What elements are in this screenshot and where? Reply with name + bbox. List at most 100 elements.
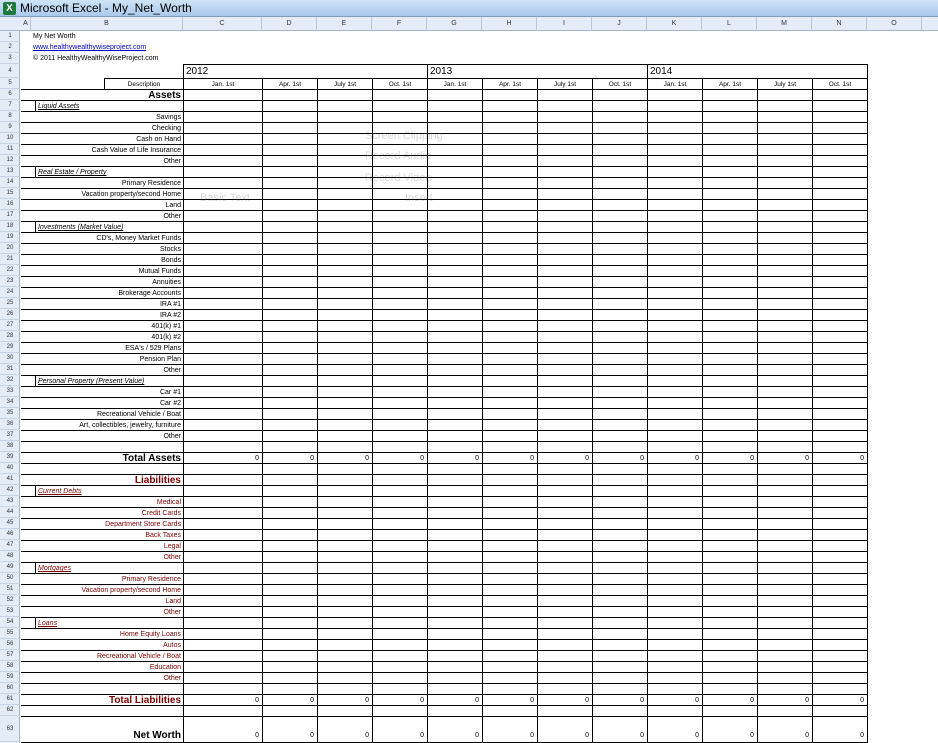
column-header-e[interactable]: E — [317, 17, 372, 31]
total-cell[interactable]: 0 — [427, 716, 483, 743]
row-header-13[interactable]: 13 — [0, 166, 20, 177]
year-header-2013: 2013 — [427, 64, 648, 79]
row-header-19[interactable]: 19 — [0, 232, 20, 243]
row-label-63: Net Worth — [21, 716, 184, 743]
row-header-22[interactable]: 22 — [0, 265, 20, 276]
row-header-37[interactable]: 37 — [0, 430, 20, 441]
column-header-f[interactable]: F — [372, 17, 427, 31]
column-header-g[interactable]: G — [427, 17, 482, 31]
total-cell[interactable]: 0 — [757, 716, 813, 743]
column-header-d[interactable]: D — [262, 17, 317, 31]
column-header-l[interactable]: L — [702, 17, 757, 31]
row-header-41[interactable]: 41 — [0, 474, 20, 485]
total-cell[interactable]: 0 — [317, 716, 373, 743]
worksheet[interactable]: My Net Worth www.healthywealthywiseprojec… — [21, 31, 938, 743]
column-header-a[interactable]: A — [21, 17, 31, 31]
row-header-29[interactable]: 29 — [0, 342, 20, 353]
row-header-7[interactable]: 7 — [0, 100, 20, 111]
row-header-55[interactable]: 55 — [0, 628, 20, 639]
row-header-34[interactable]: 34 — [0, 397, 20, 408]
row-header-4[interactable]: 4 — [0, 64, 20, 78]
copyright-text: © 2011 HealthyWealthyWiseProject.com — [33, 55, 159, 62]
row-header-42[interactable]: 42 — [0, 485, 20, 496]
row-header-31[interactable]: 31 — [0, 364, 20, 375]
row-header-47[interactable]: 47 — [0, 540, 20, 551]
column-header-m[interactable]: M — [757, 17, 812, 31]
total-cell[interactable]: 0 — [592, 716, 648, 743]
row-header-26[interactable]: 26 — [0, 309, 20, 320]
row-header-56[interactable]: 56 — [0, 639, 20, 650]
row-header-51[interactable]: 51 — [0, 584, 20, 595]
total-cell[interactable]: 0 — [482, 716, 538, 743]
total-cell[interactable]: 0 — [812, 716, 868, 743]
row-header-50[interactable]: 50 — [0, 573, 20, 584]
row-header-21[interactable]: 21 — [0, 254, 20, 265]
website-link[interactable]: www.healthywealthywiseproject.com — [33, 42, 253, 53]
row-header-30[interactable]: 30 — [0, 353, 20, 364]
total-cell[interactable]: 0 — [262, 716, 318, 743]
row-header-28[interactable]: 28 — [0, 331, 20, 342]
row-header-33[interactable]: 33 — [0, 386, 20, 397]
row-header-12[interactable]: 12 — [0, 155, 20, 166]
row-header-36[interactable]: 36 — [0, 419, 20, 430]
row-header-63[interactable]: 63 — [0, 716, 20, 742]
column-header-k[interactable]: K — [647, 17, 702, 31]
column-header-c[interactable]: C — [183, 17, 262, 31]
row-header-38[interactable]: 38 — [0, 441, 20, 452]
row-header-57[interactable]: 57 — [0, 650, 20, 661]
row-header-58[interactable]: 58 — [0, 661, 20, 672]
row-header-39[interactable]: 39 — [0, 452, 20, 463]
total-cell[interactable]: 0 — [647, 716, 703, 743]
column-header-h[interactable]: H — [482, 17, 537, 31]
row-header-14[interactable]: 14 — [0, 177, 20, 188]
row-header-20[interactable]: 20 — [0, 243, 20, 254]
row-header-27[interactable]: 27 — [0, 320, 20, 331]
row-header-18[interactable]: 18 — [0, 221, 20, 232]
row-header-17[interactable]: 17 — [0, 210, 20, 221]
column-header-o[interactable]: O — [867, 17, 922, 31]
year-header-2012: 2012 — [183, 64, 428, 79]
row-header-15[interactable]: 15 — [0, 188, 20, 199]
row-header-53[interactable]: 53 — [0, 606, 20, 617]
column-header-n[interactable]: N — [812, 17, 867, 31]
row-header-49[interactable]: 49 — [0, 562, 20, 573]
total-cell[interactable]: 0 — [537, 716, 593, 743]
row-header-61[interactable]: 61 — [0, 694, 20, 705]
row-header-9[interactable]: 9 — [0, 122, 20, 133]
row-header-3[interactable]: 3 — [0, 53, 20, 64]
row-header-59[interactable]: 59 — [0, 672, 20, 683]
row-header-35[interactable]: 35 — [0, 408, 20, 419]
column-headers: ABCDEFGHIJKLMNO — [0, 17, 938, 31]
row-header-2[interactable]: 2 — [0, 42, 20, 53]
row-header-43[interactable]: 43 — [0, 496, 20, 507]
row-header-25[interactable]: 25 — [0, 298, 20, 309]
row-header-23[interactable]: 23 — [0, 276, 20, 287]
row-header-32[interactable]: 32 — [0, 375, 20, 386]
row-header-62[interactable]: 62 — [0, 705, 20, 716]
row-header-44[interactable]: 44 — [0, 507, 20, 518]
row-header-48[interactable]: 48 — [0, 551, 20, 562]
column-header-j[interactable]: J — [592, 17, 647, 31]
row-header-1[interactable]: 1 — [0, 31, 20, 42]
row-header-16[interactable]: 16 — [0, 199, 20, 210]
sheet-title: My Net Worth — [33, 33, 76, 40]
total-cell[interactable]: 0 — [702, 716, 758, 743]
row-header-60[interactable]: 60 — [0, 683, 20, 694]
row-headers: 1 2 3 4 5 6 7 8 9 10 11 12 13 14 15 16 17 18 19 20 21 22 23 24 2… — [0, 31, 20, 743]
row-header-5[interactable]: 5 — [0, 78, 20, 89]
column-header-i[interactable]: I — [537, 17, 592, 31]
row-header-54[interactable]: 54 — [0, 617, 20, 628]
column-header-b[interactable]: B — [31, 17, 183, 31]
row-header-6[interactable]: 6 — [0, 89, 20, 100]
total-cell[interactable]: 0 — [183, 716, 263, 743]
row-header-45[interactable]: 45 — [0, 518, 20, 529]
row-header-8[interactable]: 8 — [0, 111, 20, 122]
row-header-24[interactable]: 24 — [0, 287, 20, 298]
total-cell[interactable]: 0 — [372, 716, 428, 743]
row-header-40[interactable]: 40 — [0, 463, 20, 474]
row-header-10[interactable]: 10 — [0, 133, 20, 144]
row-header-52[interactable]: 52 — [0, 595, 20, 606]
excel-icon: X — [3, 1, 16, 15]
row-header-46[interactable]: 46 — [0, 529, 20, 540]
row-header-11[interactable]: 11 — [0, 144, 20, 155]
